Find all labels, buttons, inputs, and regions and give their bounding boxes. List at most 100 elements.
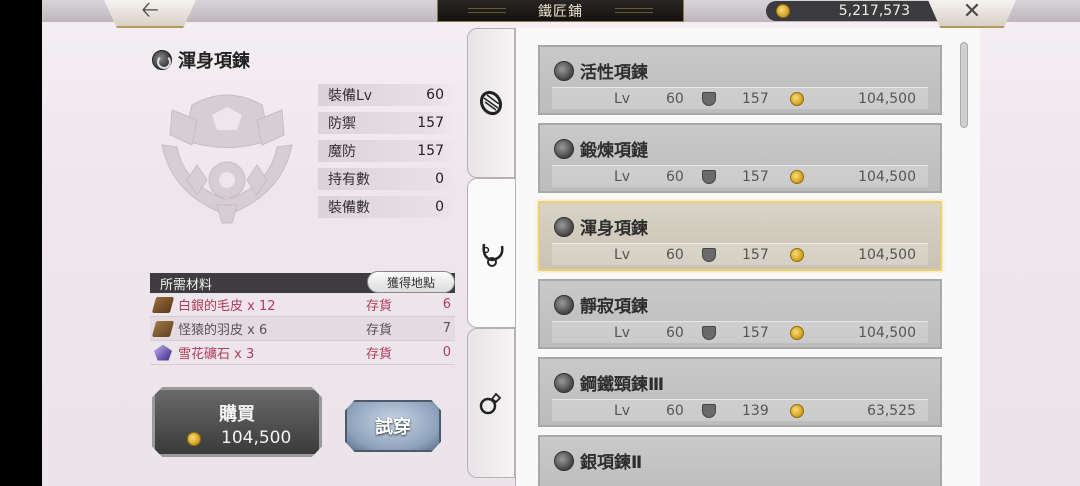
item-card-name: 鍛煉項鏈 xyxy=(580,141,648,161)
gold-coin-icon xyxy=(776,4,790,18)
title-decoration-left xyxy=(468,8,506,13)
level-value: 60 xyxy=(666,90,684,107)
level-value: 60 xyxy=(666,168,684,185)
item-card-stats: Lv 60 157 104,500 xyxy=(552,321,928,343)
item-card[interactable]: 活性項鍊 Lv 60 157 104,500 xyxy=(538,45,942,115)
stat-label: 持有數 xyxy=(328,172,370,188)
stat-label: 裝備數 xyxy=(328,200,370,216)
defense-value: 139 xyxy=(742,402,769,419)
material-row: 雪花礦石 x 3 存貨 0 xyxy=(150,341,455,365)
level-value: 60 xyxy=(666,324,684,341)
necklace-icon xyxy=(554,373,574,393)
coin-icon xyxy=(790,92,804,106)
necklace-icon xyxy=(152,50,172,70)
material-name: 白銀的毛皮 x 12 xyxy=(178,299,276,314)
source-location-button[interactable]: 獲得地點 xyxy=(367,271,455,293)
coin-icon xyxy=(790,326,804,340)
material-count: 7 xyxy=(442,321,451,336)
stat-value: 157 xyxy=(417,115,444,131)
item-card-stats: Lv 60 157 104,500 xyxy=(552,243,928,265)
item-card[interactable]: 渾身項鍊 Lv 60 157 104,500 xyxy=(538,201,942,271)
page-title-text: 鐵匠鋪 xyxy=(538,3,583,20)
materials-header-label: 所需材料 xyxy=(160,277,213,293)
item-price: 63,525 xyxy=(867,402,916,419)
ore-icon xyxy=(154,344,172,361)
material-row: 白銀的毛皮 x 12 存貨 6 xyxy=(150,293,455,317)
necklace-icon xyxy=(554,295,574,315)
shield-icon xyxy=(702,326,716,340)
necklace-silhouette-icon xyxy=(161,94,293,224)
stat-label: 魔防 xyxy=(328,144,356,160)
necklace-icon xyxy=(554,61,574,81)
stat-value: 60 xyxy=(426,87,444,103)
item-card[interactable]: 銀項鍊Ⅱ xyxy=(538,435,942,486)
item-card[interactable]: 鍛煉項鏈 Lv 60 157 104,500 xyxy=(538,123,942,193)
feather-icon xyxy=(151,320,175,337)
material-name: 怪猿的羽皮 x 6 xyxy=(178,323,268,338)
necklace-icon xyxy=(481,243,504,267)
necklace-icon xyxy=(554,451,574,471)
item-card-name: 鋼鐵頸鍊Ⅲ xyxy=(580,375,665,395)
material-row: 怪猿的羽皮 x 6 存貨 7 xyxy=(150,317,455,341)
level-label: Lv xyxy=(614,246,631,263)
title-decoration-right xyxy=(615,8,653,13)
item-price: 104,500 xyxy=(858,90,916,107)
coin-icon xyxy=(187,432,201,446)
try-on-button[interactable]: 試穿 xyxy=(345,400,441,452)
material-count: 0 xyxy=(442,345,451,360)
stat-row: 防禦 157 xyxy=(318,112,456,134)
defense-value: 157 xyxy=(742,324,769,341)
defense-value: 157 xyxy=(742,168,769,185)
necklace-icon xyxy=(554,217,574,237)
item-card-stats: Lv 60 157 104,500 xyxy=(552,165,928,187)
close-button[interactable]: ✕ xyxy=(928,0,1016,28)
stat-value: 0 xyxy=(435,171,444,187)
item-card-name: 活性項鍊 xyxy=(580,63,648,83)
item-card-stats: Lv 60 157 104,500 xyxy=(552,87,928,109)
level-value: 60 xyxy=(666,402,684,419)
page-title: 鐵匠鋪 xyxy=(437,0,684,22)
shield-icon xyxy=(702,404,716,418)
list-scrollbar[interactable] xyxy=(960,42,968,128)
back-button[interactable]: 🡠 xyxy=(104,0,196,28)
level-label: Lv xyxy=(614,324,631,341)
tab-ring[interactable] xyxy=(467,328,515,478)
material-stock-label: 存貨 xyxy=(366,299,393,314)
coin-icon xyxy=(790,248,804,262)
item-card[interactable]: 鋼鐵頸鍊Ⅲ Lv 60 139 63,525 xyxy=(538,357,942,427)
buy-button[interactable]: 購買 104,500 xyxy=(152,387,322,457)
shield-icon xyxy=(702,170,716,184)
defense-value: 157 xyxy=(742,246,769,263)
materials-header: 所需材料 獲得地點 xyxy=(150,271,455,293)
tab-necklace[interactable] xyxy=(467,178,517,328)
item-card-stats: Lv 60 139 63,525 xyxy=(552,399,928,421)
category-tabs xyxy=(467,28,517,478)
level-label: Lv xyxy=(614,90,631,107)
item-card-name: 靜寂項鍊 xyxy=(580,297,648,317)
item-title: 渾身項鍊 xyxy=(152,48,250,72)
back-arrow-icon: 🡠 xyxy=(141,0,159,23)
stats-panel: 裝備Lv 60 防禦 157 魔防 157 持有數 0 裝備數 0 xyxy=(318,84,456,224)
stat-label: 裝備Lv xyxy=(328,88,373,104)
stat-row: 裝備Lv 60 xyxy=(318,84,456,106)
item-card[interactable]: 靜寂項鍊 Lv 60 157 104,500 xyxy=(538,279,942,349)
coin-icon xyxy=(790,170,804,184)
item-card-name: 銀項鍊Ⅱ xyxy=(580,453,643,473)
stat-row: 魔防 157 xyxy=(318,140,456,162)
materials-panel: 所需材料 獲得地點 白銀的毛皮 x 12 存貨 6 怪猿的羽皮 x 6 存貨 7… xyxy=(150,271,455,365)
stat-value: 157 xyxy=(417,143,444,159)
coin-icon xyxy=(790,404,804,418)
item-card-name: 渾身項鍊 xyxy=(580,219,648,239)
necklace-icon xyxy=(554,139,574,159)
item-price: 104,500 xyxy=(858,324,916,341)
level-label: Lv xyxy=(614,402,631,419)
defense-value: 157 xyxy=(742,90,769,107)
stat-label: 防禦 xyxy=(328,116,356,132)
shield-icon xyxy=(702,92,716,106)
item-name: 渾身項鍊 xyxy=(178,51,250,72)
material-count: 6 xyxy=(442,297,451,312)
item-price: 104,500 xyxy=(858,168,916,185)
material-stock-label: 存貨 xyxy=(366,347,393,362)
tab-bracelet[interactable] xyxy=(467,28,515,178)
fur-icon xyxy=(151,296,175,313)
